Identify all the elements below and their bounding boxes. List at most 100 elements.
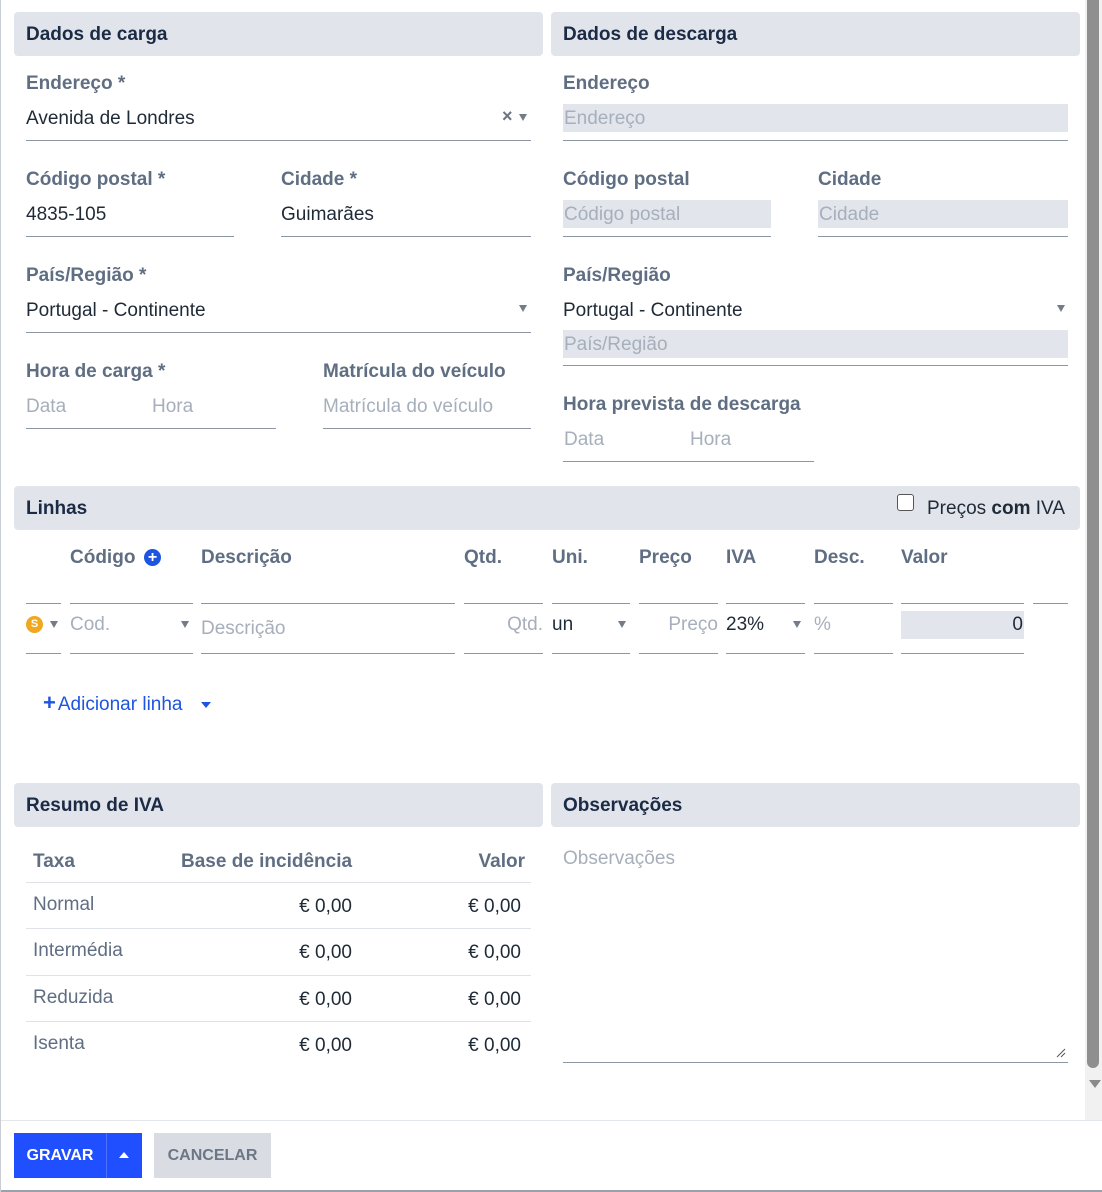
iva-row-valor: € 0,00: [468, 942, 521, 963]
divider: [552, 653, 630, 654]
carga-matricula-input[interactable]: Matrícula do veículo: [323, 396, 493, 418]
precos-label-bold: com: [991, 498, 1031, 519]
divider: [464, 603, 543, 604]
carga-hora-label: Hora de carga *: [26, 361, 166, 382]
iva-row-valor: € 0,00: [468, 1035, 521, 1056]
col-valor: Valor: [901, 547, 948, 568]
descarga-codigo-postal-label: Código postal: [563, 169, 690, 190]
observacoes-textarea[interactable]: Observações: [563, 845, 1068, 1063]
chevron-up-icon: [119, 1152, 129, 1158]
carga-matricula-label: Matrícula do veículo: [323, 361, 506, 382]
precos-label-suffix: IVA: [1030, 498, 1065, 519]
precos-com-iva-checkbox[interactable]: [897, 494, 914, 511]
chevron-down-icon[interactable]: [50, 621, 58, 628]
col-desc: Desc.: [814, 547, 865, 568]
chevron-down-icon[interactable]: [1057, 305, 1065, 312]
divider: [639, 653, 718, 654]
divider: [901, 603, 1024, 604]
scrollbar-thumb[interactable]: [1087, 0, 1099, 1068]
cancel-button[interactable]: CANCELAR: [154, 1133, 271, 1178]
descarga-hora-input[interactable]: Hora: [690, 429, 731, 451]
coin-icon[interactable]: S: [26, 616, 43, 633]
line-uni-select[interactable]: un: [552, 614, 573, 636]
descarga-pais-select[interactable]: Portugal - Continente: [563, 300, 743, 322]
descarga-data-input[interactable]: Data: [564, 429, 604, 451]
observacoes-title: Observações: [551, 783, 1080, 827]
divider: [70, 653, 193, 654]
col-descricao: Descrição: [201, 547, 292, 568]
divider: [26, 1021, 531, 1022]
carga-endereco-input[interactable]: Avenida de Londres: [26, 108, 195, 130]
line-desc-input[interactable]: %: [814, 614, 831, 636]
resize-handle-icon[interactable]: [1056, 1048, 1066, 1058]
iva-col-valor: Valor: [478, 851, 525, 872]
divider: [70, 603, 193, 604]
chevron-down-icon[interactable]: [201, 702, 211, 708]
iva-row-base: € 0,00: [299, 1035, 352, 1056]
divider: [639, 603, 718, 604]
descarga-endereco-label: Endereço: [563, 73, 650, 94]
descarga-hora-label: Hora prevista de descarga: [563, 394, 801, 415]
divider: [26, 928, 531, 929]
iva-row-taxa: Intermédia: [33, 940, 123, 961]
iva-row-valor: € 0,00: [468, 896, 521, 917]
chevron-down-icon[interactable]: [519, 114, 527, 121]
line-descricao-input[interactable]: Descrição: [201, 618, 285, 640]
divider: [818, 236, 1068, 237]
iva-row-valor: € 0,00: [468, 989, 521, 1010]
observacoes-placeholder: Observações: [563, 848, 675, 869]
plus-icon: +: [43, 690, 56, 715]
divider: [552, 603, 630, 604]
descarga-cidade-label: Cidade: [818, 169, 882, 190]
iva-row-base: € 0,00: [299, 896, 352, 917]
divider: [814, 603, 893, 604]
line-preco-input[interactable]: Preço: [639, 614, 718, 636]
precos-com-iva-label[interactable]: Preços com IVA: [927, 498, 1065, 520]
iva-col-base: Base de incidência: [181, 851, 353, 872]
divider: [26, 653, 61, 654]
chevron-down-icon[interactable]: [181, 621, 189, 628]
carga-cidade-input[interactable]: Guimarães: [281, 204, 374, 226]
iva-row-base: € 0,00: [299, 989, 352, 1010]
iva-summary-title: Resumo de IVA: [14, 783, 543, 827]
chevron-down-icon[interactable]: [618, 621, 626, 628]
col-codigo: Código: [70, 547, 136, 568]
linhas-section-title: Linhas: [14, 486, 1080, 530]
carga-pais-select[interactable]: Portugal - Continente: [26, 300, 206, 322]
divider: [26, 882, 531, 883]
save-options-button[interactable]: [106, 1133, 142, 1178]
divider: [1033, 603, 1068, 604]
divider: [26, 140, 531, 141]
descarga-endereco-input[interactable]: Endereço: [564, 108, 645, 130]
divider: [814, 653, 893, 654]
scroll-down-icon[interactable]: [1089, 1080, 1101, 1088]
line-iva-select[interactable]: 23%: [726, 614, 764, 636]
carga-section-title: Dados de carga: [14, 12, 543, 56]
add-line-button[interactable]: + Adicionar linha: [43, 690, 183, 716]
divider: [726, 603, 805, 604]
save-button[interactable]: GRAVAR: [14, 1133, 106, 1178]
form-window: Dados de carga Endereço * Avenida de Lon…: [0, 0, 1102, 1192]
chevron-down-icon[interactable]: [519, 305, 527, 312]
carga-pais-label: País/Região *: [26, 265, 147, 286]
divider: [323, 428, 531, 429]
add-code-icon[interactable]: +: [144, 549, 161, 566]
descarga-codigo-postal-input[interactable]: Código postal: [564, 204, 680, 226]
scrollbar[interactable]: [1085, 0, 1102, 1120]
divider: [281, 236, 531, 237]
carga-codigo-postal-input[interactable]: 4835-105: [26, 204, 106, 226]
carga-data-input[interactable]: Data: [26, 396, 66, 418]
carga-codigo-postal-label: Código postal *: [26, 169, 166, 190]
col-iva: IVA: [726, 547, 757, 568]
carga-hora-input[interactable]: Hora: [152, 396, 193, 418]
col-qtd: Qtd.: [464, 547, 502, 568]
chevron-down-icon[interactable]: [793, 621, 801, 628]
col-uni: Uni.: [552, 547, 588, 568]
line-codigo-input[interactable]: Cod.: [70, 614, 110, 636]
line-qtd-input[interactable]: Qtd.: [464, 614, 543, 636]
clear-icon[interactable]: ×: [502, 106, 513, 127]
divider: [26, 603, 61, 604]
divider: [26, 975, 531, 976]
descarga-pais-input[interactable]: País/Região: [564, 334, 668, 356]
descarga-cidade-input[interactable]: Cidade: [819, 204, 879, 226]
